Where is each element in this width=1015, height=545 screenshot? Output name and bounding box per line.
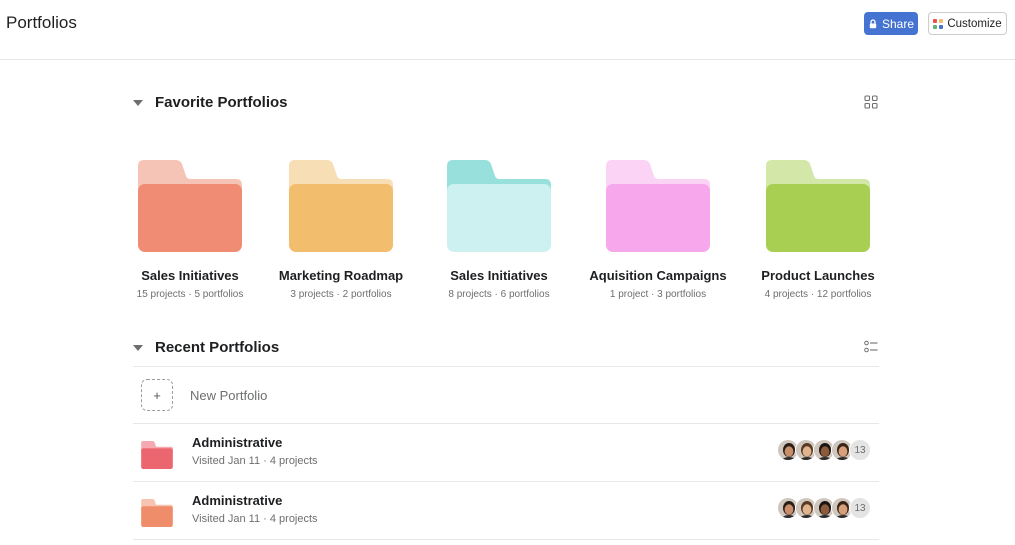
new-portfolio-label: New Portfolio xyxy=(190,387,268,403)
folder-icon xyxy=(141,441,173,469)
divider xyxy=(133,539,879,540)
folder-icon xyxy=(289,160,393,252)
customize-button[interactable]: Customize xyxy=(928,12,1007,35)
portfolio-name: Sales Initiatives xyxy=(141,268,239,283)
favorite-portfolio-card[interactable]: Marketing Roadmap 3 projects · 2 portfoli… xyxy=(266,160,416,300)
portfolio-meta: Visited Jan 11 · 4 projects xyxy=(192,455,318,467)
folder-icon xyxy=(141,499,173,527)
portfolio-name: Product Launches xyxy=(761,268,875,283)
member-avatars[interactable]: 13 xyxy=(777,439,871,461)
favorite-portfolio-card[interactable]: Sales Initiatives 8 projects · 6 portfoli… xyxy=(424,160,574,300)
page-title: Portfolios xyxy=(6,13,77,32)
folder-icon xyxy=(138,160,242,252)
plus-icon: + xyxy=(141,379,173,411)
favorites-title: Favorite Portfolios xyxy=(155,94,288,111)
share-button[interactable]: Share xyxy=(864,12,918,35)
member-count: 13 xyxy=(849,497,871,519)
folder-icon xyxy=(447,160,551,252)
portfolio-meta: 4 projects · 12 portfolios xyxy=(764,289,872,300)
share-label: Share xyxy=(881,16,915,31)
recent-portfolio-row[interactable]: Administrative Visited Jan 11 · 4 project… xyxy=(133,481,879,539)
portfolio-name: Sales Initiatives xyxy=(450,268,548,283)
favorite-portfolio-card[interactable]: Sales Initiatives 15 projects · 5 portfol… xyxy=(115,160,265,300)
recent-section-toggle[interactable]: Recent Portfolios xyxy=(133,339,279,356)
folder-icon xyxy=(766,160,870,252)
portfolio-name: Administrative xyxy=(192,435,283,450)
recent-portfolio-row[interactable]: Administrative Visited Jan 11 · 4 project… xyxy=(133,423,879,481)
recent-title: Recent Portfolios xyxy=(155,339,280,356)
caret-down-icon xyxy=(133,99,143,106)
customize-icon xyxy=(933,18,944,29)
grid-view-icon[interactable] xyxy=(864,95,878,109)
lock-icon xyxy=(869,18,877,28)
favorite-portfolio-card[interactable]: Product Launches 4 projects · 12 portfoli… xyxy=(743,160,893,300)
portfolio-meta: 8 projects · 6 portfolios xyxy=(448,289,550,300)
portfolio-meta: 3 projects · 2 portfolios xyxy=(290,289,392,300)
customize-label: Customize xyxy=(947,17,1002,30)
portfolio-meta: Visited Jan 11 · 4 projects xyxy=(192,513,318,525)
portfolio-name: Administrative xyxy=(192,493,283,508)
favorite-portfolio-card[interactable]: Aquisition Campaigns 1 project · 3 portfo… xyxy=(583,160,733,300)
list-view-icon[interactable] xyxy=(864,340,878,354)
new-portfolio-row[interactable]: + New Portfolio xyxy=(133,367,879,423)
portfolio-meta: 1 project · 3 portfolios xyxy=(609,289,707,300)
portfolio-name: Marketing Roadmap xyxy=(278,268,404,283)
top-bar: Portfolios Share Customize xyxy=(0,0,1015,60)
caret-down-icon xyxy=(133,344,143,351)
portfolio-name: Aquisition Campaigns xyxy=(589,268,727,283)
favorites-section-toggle[interactable]: Favorite Portfolios xyxy=(133,94,288,111)
member-avatars[interactable]: 13 xyxy=(777,497,871,519)
folder-icon xyxy=(606,160,710,252)
portfolio-meta: 15 projects · 5 portfolios xyxy=(136,289,244,300)
member-count: 13 xyxy=(849,439,871,461)
